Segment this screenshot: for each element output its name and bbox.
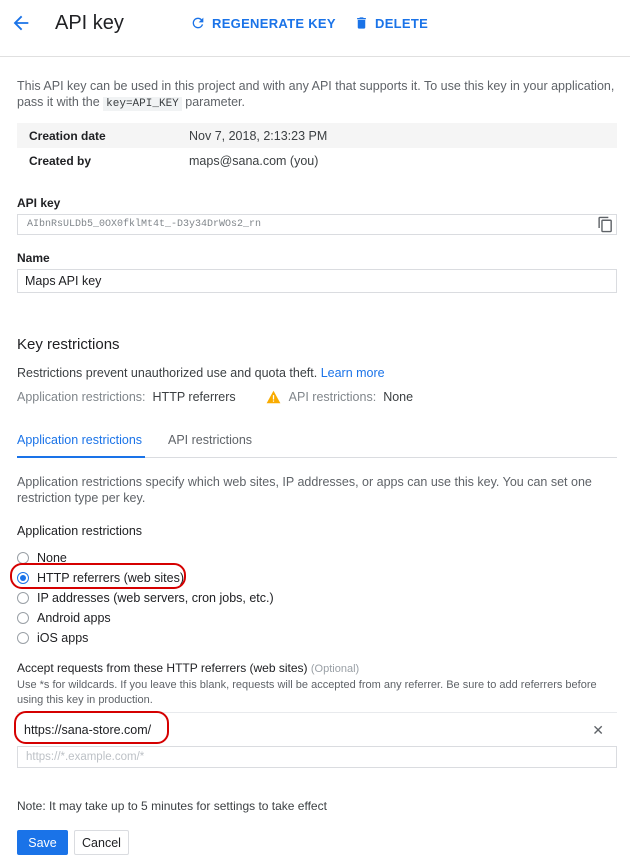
application-restrictions-description: Application restrictions specify which w… [17, 475, 592, 505]
trash-icon [357, 17, 366, 29]
restriction-type-radio-group: None HTTP referrers (web sites) IP addre… [17, 548, 274, 648]
radio-button[interactable] [17, 612, 29, 624]
back-arrow-icon[interactable] [10, 12, 32, 34]
info-value: Nov 7, 2018, 2:13:23 PM [189, 128, 328, 143]
api-restrictions-summary-key: API restrictions: [288, 390, 377, 404]
tab-application-restrictions[interactable]: Application restrictions [17, 433, 142, 447]
new-referrer-input[interactable] [17, 746, 617, 768]
delete-button[interactable]: DELETE [354, 15, 428, 31]
app-restrictions-summary-key: Application restrictions: [17, 390, 146, 404]
referrers-help-text: Use *s for wildcards. If you leave this … [17, 679, 597, 706]
tab-api-restrictions[interactable]: API restrictions [168, 433, 252, 447]
settings-delay-note: Note: It may take up to 5 minutes for se… [17, 799, 327, 813]
api-key-value: AIbnRsULDb5_0OX0fklMt4t_-D3y34DrWOs2_rn [27, 219, 262, 230]
info-row-creation-date: Creation date Nov 7, 2018, 2:13:23 PM [17, 123, 617, 148]
name-label: Name [17, 251, 50, 265]
restrictions-text: Restrictions prevent unauthorized use an… [17, 366, 318, 380]
info-row-created-by: Created by maps@sana.com (you) [17, 148, 617, 173]
cancel-button[interactable]: Cancel [74, 830, 129, 855]
remove-referrer-icon[interactable]: ✕ [592, 722, 604, 739]
restrictions-summary: Application restrictions: HTTP referrers… [17, 390, 413, 404]
key-restrictions-description: Restrictions prevent unauthorized use an… [17, 366, 385, 380]
radio-label: iOS apps [37, 631, 89, 645]
name-input[interactable] [17, 269, 617, 293]
api-key-description: This API key can be used in this project… [17, 78, 617, 112]
radio-option-http-referrers[interactable]: HTTP referrers (web sites) [17, 568, 274, 588]
description-text-after: parameter. [181, 95, 246, 109]
warning-icon [266, 390, 281, 404]
optional-tag: (Optional) [310, 663, 360, 675]
regenerate-key-label: REGENERATE KEY [212, 15, 336, 31]
radio-option-ios-apps[interactable]: iOS apps [17, 628, 274, 648]
referrers-label-text: Accept requests from these HTTP referrer… [17, 661, 308, 675]
referrers-label: Accept requests from these HTTP referrer… [17, 661, 359, 675]
top-bar: API key REGENERATE KEY DELETE [0, 0, 630, 48]
radio-button-selected[interactable] [17, 572, 29, 584]
radio-label: HTTP referrers (web sites) [37, 571, 185, 585]
page-title: API key [55, 12, 124, 34]
referrer-value: https://sana-store.com/ [24, 723, 152, 737]
info-value: maps@sana.com (you) [189, 153, 319, 168]
info-key: Created by [29, 153, 92, 168]
learn-more-link[interactable]: Learn more [321, 366, 385, 380]
radio-label: Android apps [37, 611, 111, 625]
delete-label: DELETE [375, 15, 429, 31]
key-info-table: Creation date Nov 7, 2018, 2:13:23 PM Cr… [17, 123, 617, 173]
radio-button[interactable] [17, 552, 29, 564]
radio-option-ip-addresses[interactable]: IP addresses (web servers, cron jobs, et… [17, 588, 274, 608]
save-button[interactable]: Save [17, 830, 68, 855]
referrer-item: https://sana-store.com/ ✕ [17, 712, 617, 746]
info-key: Creation date [29, 128, 106, 143]
app-restrictions-summary-value: HTTP referrers [152, 390, 236, 404]
header-divider [0, 56, 630, 57]
regenerate-key-button[interactable]: REGENERATE KEY [190, 15, 336, 31]
radio-button[interactable] [17, 632, 29, 644]
radio-button[interactable] [17, 592, 29, 604]
api-restrictions-summary-value: None [383, 390, 414, 404]
copy-icon[interactable] [597, 216, 614, 233]
refresh-icon [192, 17, 204, 29]
key-restrictions-title: Key restrictions [17, 336, 120, 353]
radio-label: None [37, 551, 67, 565]
api-key-field[interactable]: AIbnRsULDb5_0OX0fklMt4t_-D3y34DrWOs2_rn [17, 214, 617, 235]
restrictions-tabs: Application restrictions API restriction… [17, 425, 617, 458]
radio-option-android-apps[interactable]: Android apps [17, 608, 274, 628]
active-tab-indicator [17, 456, 145, 458]
application-restrictions-heading: Application restrictions [17, 524, 143, 538]
key-param-code: key=API_KEY [103, 97, 182, 111]
radio-label: IP addresses (web servers, cron jobs, et… [37, 591, 274, 605]
api-key-label: API key [17, 196, 61, 210]
radio-option-none[interactable]: None [17, 548, 274, 568]
